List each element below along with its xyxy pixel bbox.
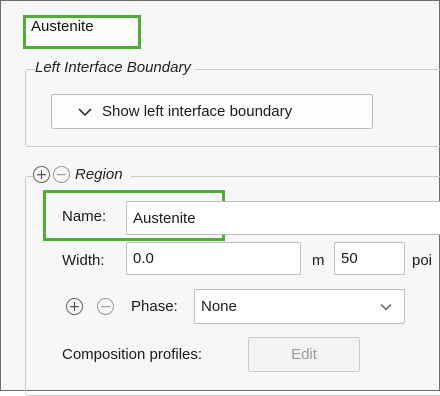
name-label: Name: (62, 208, 107, 225)
show-left-interface-button[interactable]: Show left interface boundary (51, 94, 373, 129)
points-value: 50 (341, 250, 358, 267)
points-label: poi (412, 252, 433, 269)
name-input[interactable]: Austenite (126, 201, 440, 235)
edit-composition-label: Edit (291, 346, 317, 363)
phase-select-value: None (201, 298, 237, 315)
title-tab-label: Austenite (31, 18, 94, 35)
phase-add-icon[interactable]: + (66, 298, 83, 315)
region-legend-row: + − Region (33, 166, 131, 183)
phase-remove-icon[interactable]: − (97, 298, 114, 315)
panel-window: Austenite Left Interface Boundary Show l… (0, 0, 440, 396)
width-value: 0.0 (133, 250, 154, 267)
name-value: Austenite (133, 209, 196, 227)
plus-circle-icon[interactable]: + (33, 166, 50, 183)
minus-circle-icon[interactable]: − (53, 166, 70, 183)
left-interface-legend: Left Interface Boundary (35, 59, 195, 76)
phase-select[interactable]: None (194, 289, 405, 324)
show-left-interface-label: Show left interface boundary (102, 103, 293, 120)
region-legend: Region (75, 166, 127, 183)
chevron-down-icon (380, 303, 392, 310)
width-input[interactable]: 0.0 (126, 242, 301, 275)
chevron-down-icon (78, 107, 92, 116)
points-input[interactable]: 50 (334, 242, 405, 275)
width-label: Width: (62, 252, 105, 269)
phase-label: Phase: (131, 298, 178, 315)
edit-composition-button[interactable]: Edit (248, 337, 360, 372)
width-unit: m (312, 252, 325, 269)
composition-label: Composition profiles: (62, 346, 203, 363)
